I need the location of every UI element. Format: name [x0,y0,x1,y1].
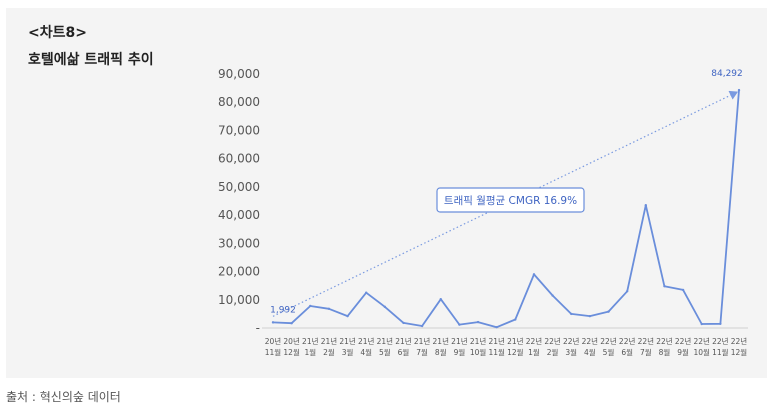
x-tick-label-month: 11월 [712,347,729,357]
x-tick-label-year: 22년 [731,336,748,346]
x-tick-label-month: 7월 [416,347,428,357]
x-tick-label-month: 9월 [677,347,689,357]
x-tick-label-year: 22년 [563,336,580,346]
y-tick-label: - [256,321,260,335]
x-tick-label-year: 22년 [600,336,617,346]
data-point [588,314,592,318]
x-tick-label-year: 21년 [339,336,356,346]
x-tick-label-year: 21년 [377,336,394,346]
x-tick-label-year: 21년 [433,336,450,346]
x-tick-label-month: 7월 [640,347,652,357]
data-point [476,320,480,324]
x-tick-label-year: 22년 [638,336,655,346]
x-tick-label-year: 22년 [526,336,543,346]
y-tick-label: 60,000 [218,152,260,166]
trend-annotation: 트래픽 월평균 CMGR 16.9% [444,195,577,207]
data-point [570,312,573,316]
x-tick-label-month: 5월 [379,347,391,357]
x-tick-label-year: 21년 [321,336,338,346]
data-point [681,288,685,292]
x-tick-label-month: 12월 [507,347,524,357]
data-point [607,310,610,313]
x-tick-label-month: 2월 [547,347,559,357]
data-point [309,304,312,308]
data-point [365,291,368,294]
x-tick-label-month: 1월 [528,347,540,357]
data-point [551,294,554,297]
data-label: 1,992 [270,305,296,315]
data-point [402,321,405,325]
x-tick-label-month: 8월 [659,347,671,357]
x-tick-label-month: 2월 [323,347,335,357]
x-tick-label-month: 10월 [693,347,710,357]
x-tick-label-year: 22년 [656,336,673,346]
data-point [663,285,666,288]
x-tick-label-year: 22년 [544,336,561,346]
data-point [737,88,741,92]
data-point [420,324,424,328]
y-tick-label: 90,000 [218,67,260,81]
x-tick-label-month: 6월 [621,347,633,357]
data-point [532,273,536,276]
x-tick-label-month: 12월 [731,347,748,357]
data-point [290,322,293,325]
y-tick-label: 80,000 [218,95,260,109]
x-tick-label-year: 22년 [675,336,692,346]
x-tick-label-month: 6월 [398,347,410,357]
x-tick-label-month: 11월 [265,347,282,357]
x-tick-label-month: 3월 [565,347,577,357]
x-tick-label-month: 10월 [470,347,487,357]
y-tick-label: 20,000 [218,265,260,279]
x-tick-label-month: 4월 [584,347,596,357]
data-point [644,204,647,207]
x-tick-label-year: 20년 [265,336,282,346]
line-chart: - 10,000 20,000 30,000 40,000 50,000 60,000 70,… [218,67,748,357]
y-tick-label: 70,000 [218,123,260,137]
y-tick-label: 40,000 [218,208,260,222]
data-point [700,322,703,326]
x-tick-label-month: 12월 [283,347,300,357]
x-tick-label-year: 22년 [693,336,710,346]
x-tick-label-year: 21년 [488,336,505,346]
x-tick-label-year: 21년 [451,336,468,346]
x-tick-label-year: 20년 [283,336,300,346]
data-point [346,314,349,318]
x-tick-label-year: 21년 [395,336,412,346]
data-point [439,298,442,301]
x-tick-label-year: 21년 [414,336,431,346]
source-note: 출처 : 혁신의숲 데이터 [6,390,121,404]
x-tick-label-year: 22년 [712,336,729,346]
x-tick-label-month: 3월 [342,347,354,357]
y-tick-label: 50,000 [218,180,260,194]
x-tick-label-month: 1월 [304,347,316,357]
data-point [514,318,517,321]
data-point [495,325,498,329]
x-tick-label-year: 22년 [619,336,636,346]
x-tick-label-year: 21년 [302,336,319,346]
data-point [383,305,387,309]
data-point [271,321,275,324]
x-tick-label-month: 11월 [488,347,505,357]
data-point [719,322,722,325]
data-label: 84,292 [711,69,743,79]
x-tick-label-year: 22년 [582,336,599,346]
x-tick-label-month: 5월 [603,347,615,357]
y-tick-label: 30,000 [218,236,260,250]
x-tick-label-year: 21년 [507,336,524,346]
data-point [458,323,461,326]
data-point [625,290,629,293]
x-tick-label-year: 21년 [470,336,487,346]
x-tick-label-month: 4월 [360,347,372,357]
y-tick-label: 10,000 [218,293,260,307]
data-point [327,307,331,311]
x-tick-label-year: 21년 [358,336,375,346]
x-tick-label-month: 9월 [454,347,466,357]
x-tick-label-month: 8월 [435,347,447,357]
